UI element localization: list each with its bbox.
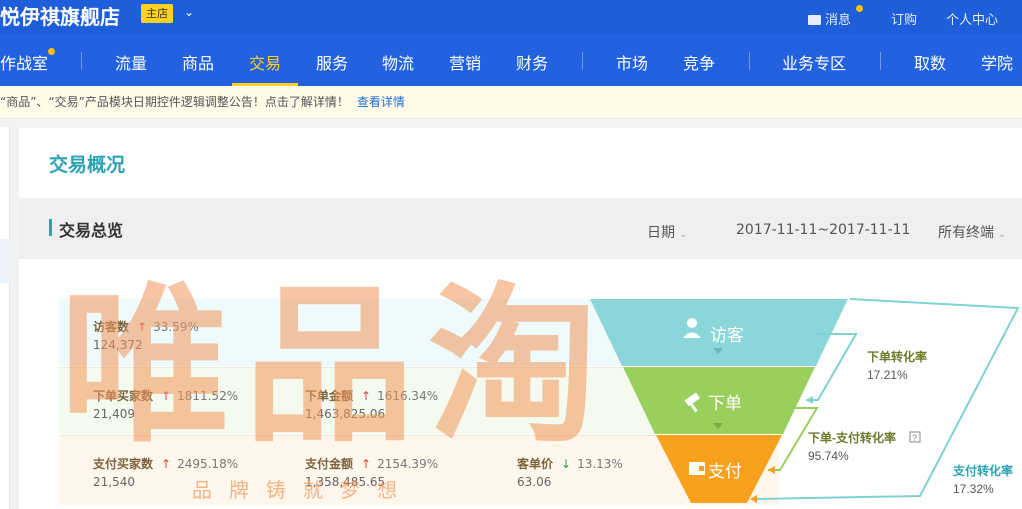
nav-item-data-fetch[interactable]: 取数 (914, 50, 946, 74)
wallet-icon (689, 462, 705, 475)
nav-item-service[interactable]: 服务 (316, 50, 348, 74)
mail-icon (808, 15, 821, 25)
nav-item-competition[interactable]: 竞争 (683, 50, 715, 74)
page-title: 交易概况 (49, 154, 126, 176)
top-bar: 悦伊祺旗舰店 主店 ⌄ 消息 订购 个人中心 (0, 0, 1022, 34)
order-pay-rate-label: 下单-支付转化率 (808, 430, 896, 445)
order-rate-value: 17.21% (867, 368, 908, 382)
nav-divider (81, 52, 82, 70)
nav-item-products[interactable]: 商品 (182, 50, 214, 74)
nav-item-traffic[interactable]: 流量 (115, 50, 147, 74)
shop-badge: 主店 (141, 4, 173, 23)
section-accent-bar (49, 219, 52, 236)
nav-divider (582, 52, 583, 70)
arrow-left-icon (768, 466, 775, 474)
nav-item-market[interactable]: 市场 (616, 50, 648, 74)
nav-item-business-zone[interactable]: 业务专区 (782, 50, 846, 74)
announcement-bar: “商品”、“交易”产品模块日期控件逻辑调整公告！点击了解详情！ 查看详情 (0, 86, 1022, 119)
notification-dot (856, 5, 863, 12)
nav-badge-dot (48, 48, 55, 55)
date-type-label: 日期 (647, 225, 675, 241)
order-pay-rate-value: 95.74% (808, 449, 849, 463)
nav-item-war-room[interactable]: 作战室 (0, 50, 48, 74)
date-type-dropdown[interactable]: 日期 ⌄ (647, 222, 687, 242)
nav-divider (749, 52, 750, 70)
left-sidebar (0, 127, 10, 509)
terminal-dropdown[interactable]: 所有终端 ⌄ (938, 222, 1006, 242)
arrow-left-icon (750, 495, 757, 503)
order-rate-label: 下单转化率 (867, 349, 927, 364)
nav-divider (880, 52, 881, 70)
watermark-logo: 唯品淘 (60, 268, 613, 466)
nav-item-academy[interactable]: 学院 (981, 50, 1013, 74)
section-title: 交易总览 (59, 221, 124, 240)
nav-item-logistics[interactable]: 物流 (382, 50, 414, 74)
date-range-picker[interactable]: 2017-11-11~2017-11-11 (736, 222, 910, 238)
page-title-card: 交易概况 (19, 128, 1022, 198)
messages-label: 消息 (825, 13, 852, 28)
funnel-order-label: 下单 (708, 394, 742, 413)
chevron-down-icon[interactable]: ⌄ (184, 5, 194, 19)
section-header: 交易总览 日期 ⌄ 2017-11-11~2017-11-11 所有终端 ⌄ (19, 200, 1022, 259)
nav-item-marketing[interactable]: 营销 (449, 50, 481, 74)
nav-item-trade[interactable]: 交易 (249, 50, 281, 74)
conversion-funnel: 访客 下单 支付 下单转化率 17.21% 下单-支付转化率 ? 95.74% … (590, 298, 1020, 503)
svg-text:?: ? (912, 433, 917, 443)
terminal-label: 所有终端 (938, 225, 994, 241)
pay-rate-value: 17.32% (953, 482, 994, 496)
pay-rate-label: 支付转化率 (952, 463, 1013, 478)
help-icon[interactable]: ? (909, 431, 921, 443)
main-nav: 作战室 流量 商品 交易 服务 物流 营销 财务 市场 竞争 业务专区 取数 学… (0, 34, 1022, 86)
nav-item-finance[interactable]: 财务 (516, 50, 548, 74)
arrow-left-icon (806, 396, 813, 404)
chevron-down-icon: ⌄ (998, 229, 1007, 240)
announcement-details-link[interactable]: 查看详情 (357, 95, 405, 109)
orders-link[interactable]: 订购 (891, 9, 917, 28)
funnel-pay-label: 支付 (708, 462, 742, 481)
chevron-down-icon: ⌄ (679, 229, 688, 240)
watermark-slogan: 品牌铸就梦想 (192, 478, 414, 502)
personal-center-link[interactable]: 个人中心 (946, 9, 998, 28)
funnel-visit-label: 访客 (710, 326, 744, 345)
announcement-text: “商品”、“交易”产品模块日期控件逻辑调整公告！点击了解详情！ (0, 95, 349, 109)
shop-name[interactable]: 悦伊祺旗舰店 (0, 1, 120, 30)
sidebar-active-item[interactable] (0, 239, 10, 283)
messages-link[interactable]: 消息 (808, 9, 851, 28)
